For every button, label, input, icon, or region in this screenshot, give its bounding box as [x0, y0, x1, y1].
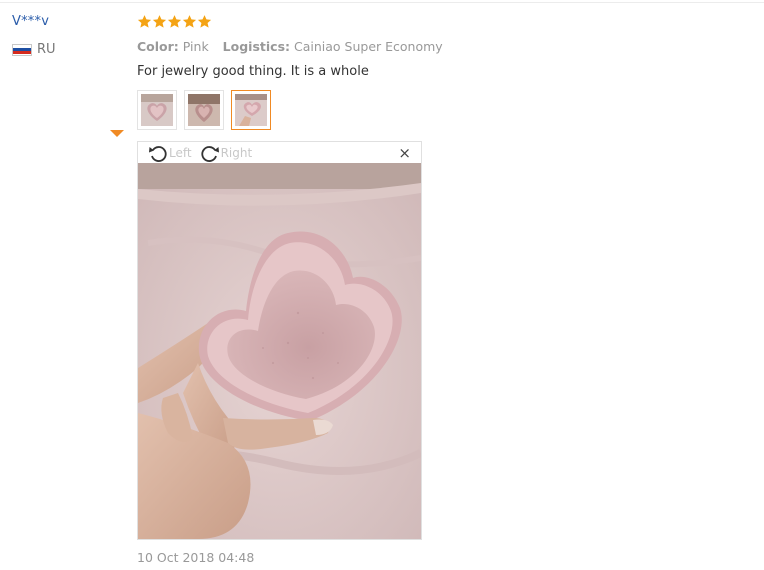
- viewer-toolbar: Left Right ×: [138, 142, 421, 163]
- star-icon: [197, 15, 212, 28]
- star-icon: [182, 15, 197, 28]
- color-value: Pink: [182, 39, 209, 54]
- review-photo: [138, 163, 421, 539]
- star-rating: [137, 14, 212, 29]
- thumbnail-2[interactable]: [184, 90, 224, 130]
- rotate-left-button[interactable]: Left: [148, 144, 192, 162]
- russia-flag-icon: [12, 43, 32, 56]
- rotate-right-label: Right: [220, 145, 253, 160]
- star-icon: [167, 15, 182, 28]
- heart-dish-photo-icon: [188, 94, 220, 126]
- reviewer-name: V***v: [12, 14, 50, 29]
- close-viewer-button[interactable]: ×: [398, 144, 411, 162]
- review-text: For jewelry good thing. It is a whole: [137, 64, 369, 79]
- rotate-right-icon: [201, 145, 219, 162]
- heart-dish-photo-icon: [141, 94, 173, 126]
- heart-dish-photo-icon: [235, 94, 267, 126]
- thumbnail-1[interactable]: [137, 90, 177, 130]
- star-icon: [137, 15, 152, 28]
- thumbnail-3-selected[interactable]: [231, 90, 271, 130]
- logistics-label: Logistics:: [222, 39, 291, 54]
- heart-dish-photo: [138, 163, 421, 539]
- reviewer-country: RU: [12, 42, 56, 57]
- selected-thumbnail-caret: [110, 130, 124, 137]
- logistics-value: Cainiao Super Economy: [294, 39, 443, 54]
- rotate-left-label: Left: [169, 145, 192, 160]
- rotate-right-button[interactable]: Right: [200, 144, 253, 162]
- review-date: 10 Oct 2018 04:48: [137, 550, 255, 565]
- color-label: Color:: [137, 39, 179, 54]
- image-viewer: Left Right ×: [137, 141, 422, 540]
- country-code: RU: [37, 42, 56, 57]
- review-meta: Color: Pink Logistics: Cainiao Super Eco…: [137, 39, 443, 54]
- top-divider: [0, 2, 764, 3]
- rotate-left-icon: [149, 145, 167, 162]
- review-thumbnails: [137, 90, 278, 130]
- star-icon: [152, 15, 167, 28]
